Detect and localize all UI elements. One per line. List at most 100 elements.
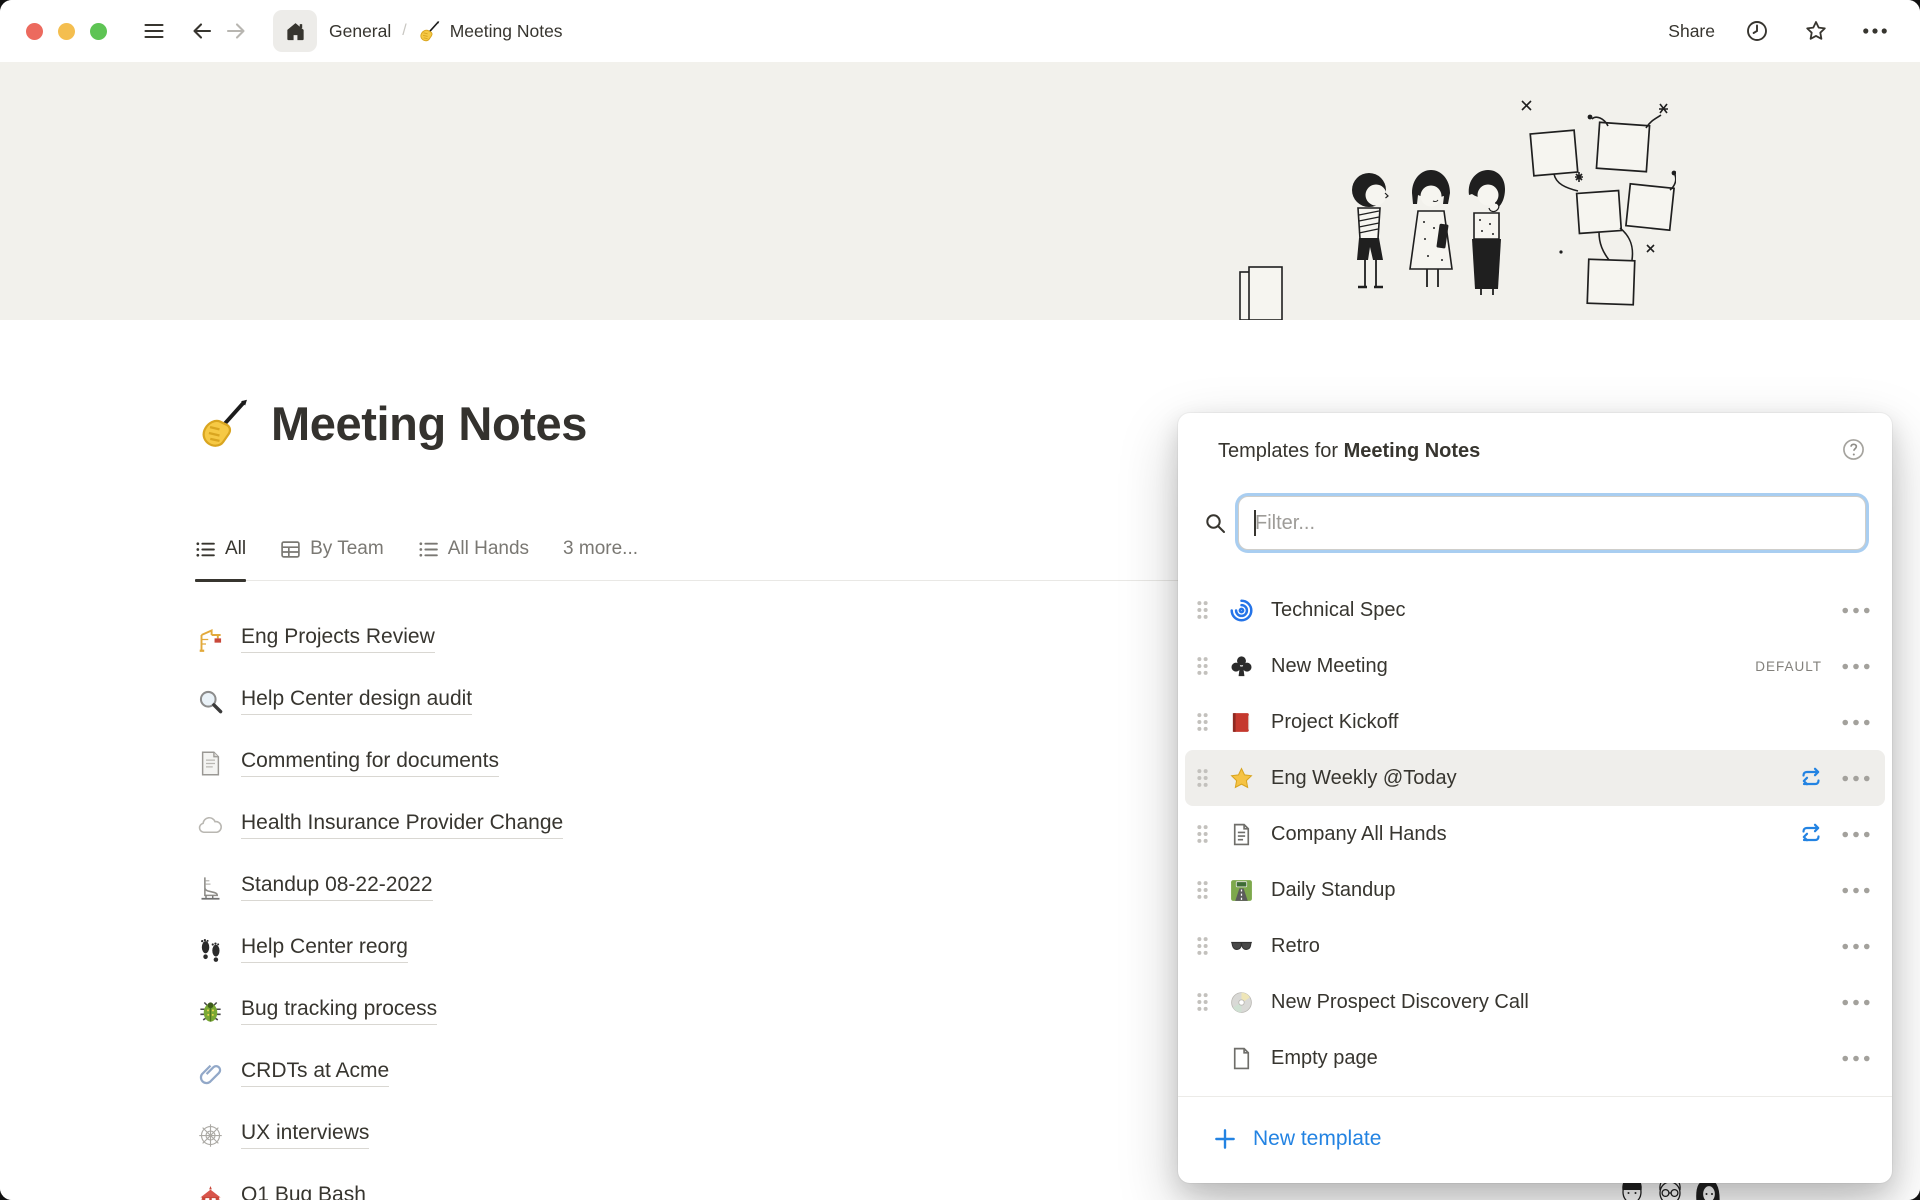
page-link-bug-tracking-process[interactable]: Bug tracking process xyxy=(195,980,1095,1042)
minimize-window-button[interactable] xyxy=(58,23,75,40)
notion-window: General / Meeting Notes Share xyxy=(0,0,1920,1200)
breadcrumb-workspace[interactable]: General xyxy=(329,21,391,42)
row-more-button[interactable] xyxy=(1842,775,1870,782)
template-row-daily-standup[interactable]: Daily Standup xyxy=(1185,862,1885,918)
drag-handle-icon[interactable] xyxy=(1196,824,1211,844)
page-link-crdts-at-acme[interactable]: CRDTs at Acme xyxy=(195,1042,1095,1104)
template-row-eng-weekly-today[interactable]: Eng Weekly @Today xyxy=(1185,750,1885,806)
close-window-button[interactable] xyxy=(26,23,43,40)
tab-all-hands[interactable]: All Hands xyxy=(418,538,529,580)
templates-popup-header: Templates for Meeting Notes xyxy=(1178,413,1892,465)
text-caret xyxy=(1254,510,1256,536)
favorite-button[interactable] xyxy=(1799,14,1833,48)
help-button[interactable] xyxy=(1841,437,1866,465)
page-link-eng-projects-review[interactable]: Eng Projects Review xyxy=(195,608,1095,670)
drag-handle-icon[interactable] xyxy=(1196,656,1211,676)
row-more-button[interactable] xyxy=(1842,663,1870,670)
page-link-label: Standup 08-22-2022 xyxy=(241,873,433,901)
clock-icon xyxy=(1745,19,1769,43)
tab-by-team[interactable]: By Team xyxy=(280,538,384,580)
template-row-empty-page[interactable]: Empty page xyxy=(1185,1030,1885,1086)
row-more-button[interactable] xyxy=(1842,1055,1870,1062)
page-link-help-center-design-audit[interactable]: Help Center design audit xyxy=(195,670,1095,732)
tab-3-more[interactable]: 3 more... xyxy=(563,538,638,580)
page-link-label: Health Insurance Provider Change xyxy=(241,811,563,839)
row-more-button[interactable] xyxy=(1842,887,1870,894)
row-more-button[interactable] xyxy=(1842,999,1870,1006)
page-cover xyxy=(0,62,1920,320)
template-row-label: Technical Spec xyxy=(1271,599,1842,622)
history-button[interactable] xyxy=(1740,14,1774,48)
page-link-label: Help Center design audit xyxy=(241,687,472,715)
template-row-new-meeting[interactable]: New MeetingDEFAULT xyxy=(1185,638,1885,694)
sunglasses-icon xyxy=(1226,934,1256,959)
drag-handle-icon[interactable] xyxy=(1196,712,1211,732)
tab-all[interactable]: All xyxy=(195,538,246,580)
tab-label: By Team xyxy=(310,538,384,560)
arrow-right-icon xyxy=(224,19,248,43)
drag-handle-icon[interactable] xyxy=(1196,936,1211,956)
cd-icon xyxy=(1226,990,1256,1015)
row-more-button[interactable] xyxy=(1842,831,1870,838)
page-text-icon xyxy=(1226,822,1256,847)
breadcrumb: General / Meeting Notes xyxy=(329,20,563,43)
search-icon xyxy=(1203,511,1227,535)
breadcrumb-page[interactable]: Meeting Notes xyxy=(418,20,563,43)
drag-handle-icon[interactable] xyxy=(1196,880,1211,900)
page-link-label: Bug tracking process xyxy=(241,997,437,1025)
tab-label: All xyxy=(225,538,246,560)
table-view-icon xyxy=(280,539,301,560)
circus-tent-icon xyxy=(195,1184,225,1200)
page-link-health-insurance-provider-change[interactable]: Health Insurance Provider Change xyxy=(195,794,1095,856)
template-row-label: New Prospect Discovery Call xyxy=(1271,991,1842,1014)
drag-handle-icon[interactable] xyxy=(1196,992,1211,1012)
paperclip-icon xyxy=(195,1060,225,1087)
page-link-help-center-reorg[interactable]: Help Center reorg xyxy=(195,918,1095,980)
row-more-button[interactable] xyxy=(1842,943,1870,950)
template-filter-input[interactable] xyxy=(1238,496,1866,550)
red-book-icon xyxy=(1226,710,1256,735)
template-row-retro[interactable]: Retro xyxy=(1185,918,1885,974)
writing-hand-icon xyxy=(418,20,441,43)
page-link-q1-bug-bash[interactable]: Q1 Bug Bash xyxy=(195,1166,1095,1200)
templates-popup-title-subject: Meeting Notes xyxy=(1344,440,1481,462)
page-link-commenting-for-documents[interactable]: Commenting for documents xyxy=(195,732,1095,794)
drag-handle-icon[interactable] xyxy=(1196,600,1211,620)
arrow-left-icon xyxy=(190,19,214,43)
template-filter-row xyxy=(1190,496,1866,550)
forward-button[interactable] xyxy=(219,14,253,48)
repeat-icon xyxy=(1799,766,1823,790)
row-more-button[interactable] xyxy=(1842,719,1870,726)
share-button[interactable]: Share xyxy=(1668,21,1715,42)
template-row-technical-spec[interactable]: Technical Spec xyxy=(1185,582,1885,638)
back-button[interactable] xyxy=(185,14,219,48)
home-button[interactable] xyxy=(273,10,317,52)
new-template-label: New template xyxy=(1253,1127,1381,1151)
question-mark-icon xyxy=(1841,437,1866,465)
more-options-button[interactable] xyxy=(1858,14,1892,48)
row-more-button[interactable] xyxy=(1842,607,1870,614)
template-row-label: Retro xyxy=(1271,935,1842,958)
template-row-project-kickoff[interactable]: Project Kickoff xyxy=(1185,694,1885,750)
template-row-label: Empty page xyxy=(1271,1047,1842,1070)
document-icon xyxy=(195,750,225,777)
zoom-window-button[interactable] xyxy=(90,23,107,40)
tab-label: All Hands xyxy=(448,538,529,560)
template-row-new-prospect-discovery-call[interactable]: New Prospect Discovery Call xyxy=(1185,974,1885,1030)
ice-skate-icon xyxy=(195,874,225,901)
club-icon xyxy=(1226,654,1256,679)
sidebar-toggle-button[interactable] xyxy=(137,14,171,48)
page-blank-icon xyxy=(1226,1046,1256,1071)
new-template-button[interactable]: New template xyxy=(1178,1097,1892,1180)
tab-label: 3 more... xyxy=(563,538,638,560)
page-link-label: Help Center reorg xyxy=(241,935,408,963)
cyclone-icon xyxy=(1226,598,1256,623)
page-link-standup-08-22-2022[interactable]: Standup 08-22-2022 xyxy=(195,856,1095,918)
template-row-label: Eng Weekly @Today xyxy=(1271,767,1799,790)
drag-handle-icon[interactable] xyxy=(1196,768,1211,788)
spider-web-icon xyxy=(195,1122,225,1149)
page-link-ux-interviews[interactable]: UX interviews xyxy=(195,1104,1095,1166)
template-row-company-all-hands[interactable]: Company All Hands xyxy=(1185,806,1885,862)
writing-hand-icon[interactable] xyxy=(197,397,251,451)
breadcrumb-separator: / xyxy=(402,22,406,40)
